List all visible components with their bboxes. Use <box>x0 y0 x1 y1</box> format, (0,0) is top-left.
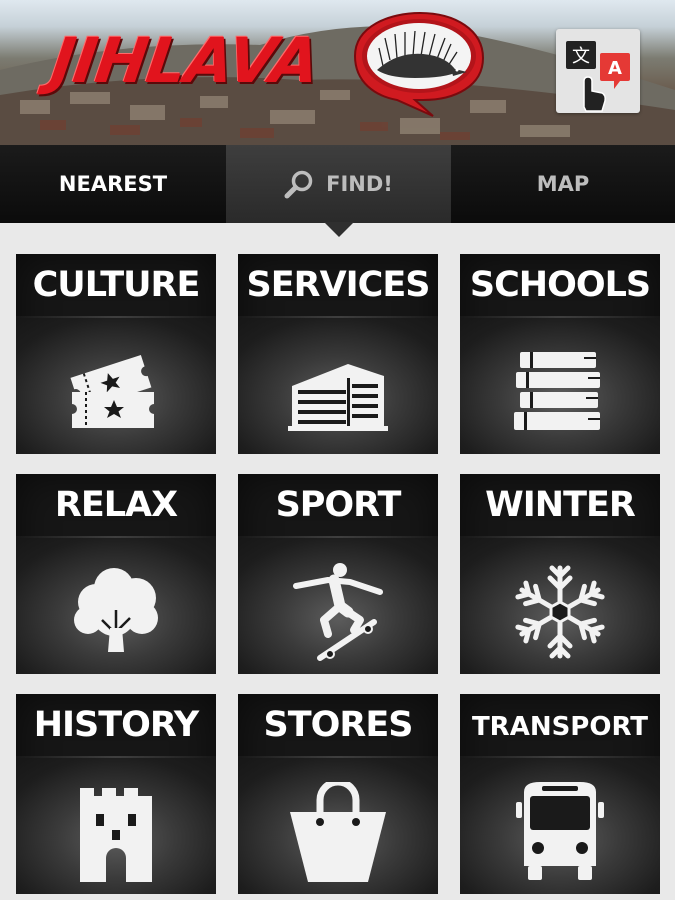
category-winter[interactable]: WINTER <box>460 474 660 674</box>
tickets-icon <box>70 354 154 428</box>
hedgehog-speech-bubble-icon <box>353 11 485 117</box>
header-banner: JIHLAVA 文 A <box>0 0 675 145</box>
app-title: JIHLAVA <box>46 24 324 97</box>
books-icon <box>514 352 600 430</box>
category-sport[interactable]: SPORT <box>238 474 438 674</box>
category-label: STORES <box>263 705 414 745</box>
category-label: CULTURE <box>32 265 201 305</box>
tab-nearest-label: NEAREST <box>58 172 168 196</box>
category-services[interactable]: SERVICES <box>238 254 438 454</box>
category-label: WINTER <box>485 485 636 525</box>
svg-text:文: 文 <box>572 46 590 67</box>
category-label: HISTORY <box>33 705 200 745</box>
category-relax[interactable]: RELAX <box>16 474 216 674</box>
category-label: SERVICES <box>246 265 431 305</box>
tree-icon <box>74 568 158 652</box>
tab-nearest[interactable]: NEAREST <box>0 145 226 223</box>
category-transport[interactable]: TRANSPORT <box>460 694 660 894</box>
bus-icon <box>516 782 604 880</box>
translate-icon: 文 A <box>566 41 630 112</box>
category-grid: CULTURE SERVICES SCHOOLS RELAX SPORT WIN… <box>0 223 675 900</box>
app-screen: JIHLAVA 文 A NEAREST FIND! MAP CULTURE SE… <box>0 0 675 900</box>
category-schools[interactable]: SCHOOLS <box>460 254 660 454</box>
category-culture[interactable]: CULTURE <box>16 254 216 454</box>
category-history[interactable]: HISTORY <box>16 694 216 894</box>
translate-button[interactable]: 文 A <box>556 29 640 113</box>
search-icon <box>284 170 313 199</box>
tab-map-label: MAP <box>536 172 590 196</box>
shopping-bag-icon <box>290 782 386 882</box>
tab-map[interactable]: MAP <box>451 145 675 223</box>
snowflake-icon <box>515 565 605 659</box>
svg-text:A: A <box>608 58 622 79</box>
skateboarder-icon <box>293 563 383 661</box>
tab-find-label: FIND! <box>326 172 393 196</box>
tab-bar: NEAREST FIND! MAP <box>0 145 675 223</box>
category-label: SPORT <box>275 485 402 525</box>
category-stores[interactable]: STORES <box>238 694 438 894</box>
tab-find[interactable]: FIND! <box>226 145 451 223</box>
building-icon <box>288 364 388 431</box>
category-label: RELAX <box>54 485 178 525</box>
category-label: SCHOOLS <box>469 265 651 305</box>
category-label: TRANSPORT <box>471 712 649 742</box>
castle-tower-icon <box>80 788 152 882</box>
